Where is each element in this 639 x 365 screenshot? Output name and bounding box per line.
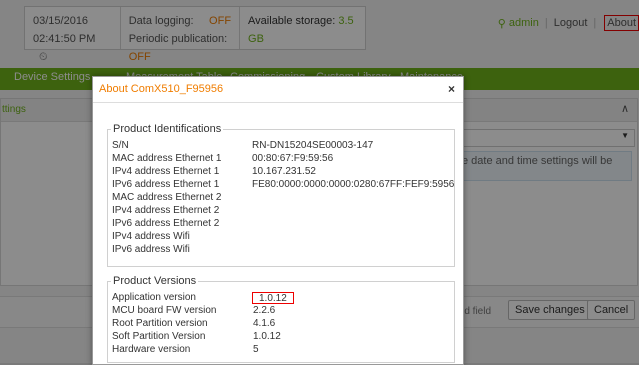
version-label: MCU board FW version: [112, 305, 217, 316]
id-row: IPv4 address Ethernet 2: [112, 205, 252, 217]
version-row: Application version 1.0.12: [112, 292, 294, 304]
dialog-header: About ComX510_F95956 ×: [93, 77, 463, 103]
version-row: Root Partition version 4.1.6: [112, 318, 275, 330]
id-value: 00:80:67:F9:59:56: [252, 153, 334, 164]
id-label: IPv4 address Ethernet 1: [112, 166, 220, 177]
id-row: IPv4 address Wifi: [112, 231, 252, 243]
version-row: MCU board FW version 2.2.6: [112, 305, 275, 317]
id-label: IPv6 address Ethernet 1: [112, 179, 220, 190]
id-label: MAC address Ethernet 2: [112, 192, 222, 203]
application-version-value: 1.0.12: [252, 292, 294, 304]
version-label: Root Partition version: [112, 318, 208, 329]
version-row: Hardware version 5: [112, 344, 259, 356]
id-row: IPv4 address Ethernet 1 10.167.231.52: [112, 166, 316, 178]
version-label: Soft Partition Version: [112, 331, 206, 342]
version-row: Soft Partition Version 1.0.12: [112, 331, 281, 343]
product-identifications-fieldset: Product Identifications S/N RN-DN15204SE…: [107, 123, 455, 267]
product-versions-fieldset: Product Versions Application version 1.0…: [107, 275, 455, 363]
id-value: 10.167.231.52: [252, 166, 316, 177]
version-value: 2.2.6: [253, 305, 276, 316]
id-row: MAC address Ethernet 1 00:80:67:F9:59:56: [112, 153, 333, 165]
id-row: IPv6 address Wifi: [112, 244, 252, 256]
dialog-title: About ComX510_F95956: [99, 83, 224, 95]
id-label: IPv6 address Ethernet 2: [112, 218, 220, 229]
versions-legend: Product Versions: [111, 275, 199, 287]
close-icon[interactable]: ×: [448, 82, 455, 96]
version-value: 1.0.12: [253, 331, 281, 342]
id-row: IPv6 address Ethernet 2: [112, 218, 252, 230]
id-label: IPv6 address Wifi: [112, 244, 190, 255]
identifications-legend: Product Identifications: [111, 123, 224, 135]
version-value: 4.1.6: [253, 318, 276, 329]
id-value: FE80:0000:0000:0000:0280:67FF:FEF9:5956: [252, 179, 455, 190]
id-row: S/N RN-DN15204SE00003-147: [112, 140, 373, 152]
version-value: 5: [253, 344, 259, 355]
id-row: MAC address Ethernet 2: [112, 192, 252, 204]
about-dialog: About ComX510_F95956 × Product Identific…: [92, 76, 464, 365]
id-label: IPv4 address Wifi: [112, 231, 190, 242]
version-label: Hardware version: [112, 344, 191, 355]
id-label: MAC address Ethernet 1: [112, 153, 222, 164]
id-value: RN-DN15204SE00003-147: [252, 140, 374, 151]
version-label: Application version: [112, 292, 196, 303]
id-label: IPv4 address Ethernet 2: [112, 205, 220, 216]
id-row: IPv6 address Ethernet 1 FE80:0000:0000:0…: [112, 179, 454, 191]
id-label: S/N: [112, 140, 129, 151]
